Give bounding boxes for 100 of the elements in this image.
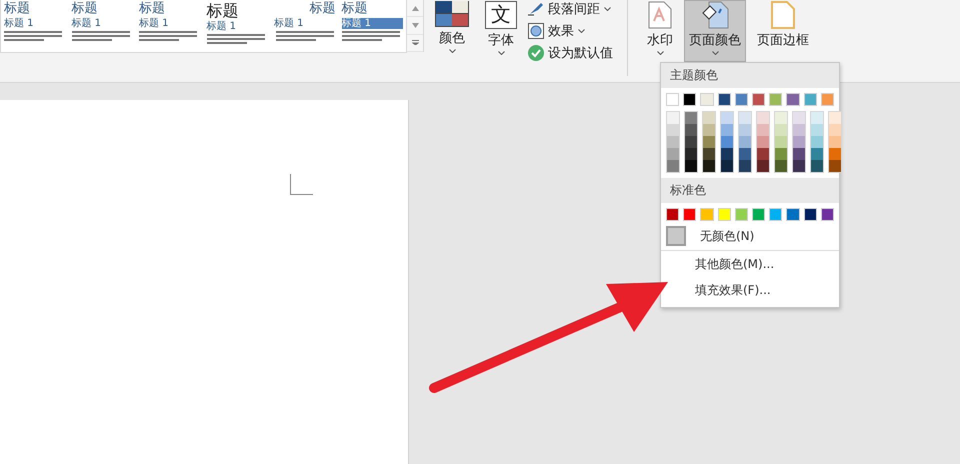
color-swatch[interactable]: [703, 112, 715, 124]
thumbnail-title: 标题: [4, 1, 30, 17]
color-swatch[interactable]: [811, 112, 823, 124]
color-swatch[interactable]: [752, 208, 766, 221]
color-swatch[interactable]: [700, 93, 714, 106]
thumbnail-title: 标题: [310, 1, 336, 17]
color-swatch[interactable]: [721, 160, 733, 172]
color-swatch[interactable]: [775, 148, 787, 160]
color-swatch[interactable]: [739, 148, 751, 160]
color-swatch[interactable]: [757, 136, 769, 148]
color-swatch[interactable]: [829, 124, 841, 136]
color-swatch[interactable]: [685, 112, 697, 124]
color-swatch[interactable]: [793, 112, 805, 124]
color-swatch[interactable]: [683, 93, 696, 106]
color-swatch[interactable]: [703, 124, 715, 136]
color-swatch[interactable]: [752, 93, 766, 106]
color-swatch[interactable]: [786, 93, 800, 106]
color-swatch[interactable]: [739, 112, 751, 124]
color-swatch[interactable]: [721, 112, 733, 124]
style-thumbnail[interactable]: 标题 标题 1: [204, 0, 271, 52]
color-swatch[interactable]: [829, 112, 841, 124]
menu-item[interactable]: 填充效果(F)...: [661, 277, 839, 303]
ribbon-small-button[interactable]: 设为默认值: [528, 44, 613, 62]
color-swatch[interactable]: [769, 93, 782, 106]
no-color-item[interactable]: 无颜色(N): [661, 226, 839, 251]
color-swatch[interactable]: [739, 160, 751, 172]
color-swatch[interactable]: [793, 136, 805, 148]
color-swatch[interactable]: [811, 160, 823, 172]
color-swatch[interactable]: [793, 160, 805, 172]
color-swatch[interactable]: [734, 208, 748, 221]
color-swatch[interactable]: [703, 160, 715, 172]
color-swatch[interactable]: [718, 208, 731, 221]
color-swatch[interactable]: [829, 136, 841, 148]
color-swatch[interactable]: [769, 208, 782, 221]
text-lines-drawing: [342, 30, 402, 44]
color-swatch[interactable]: [811, 124, 823, 136]
page-background-button[interactable]: 页面边框: [752, 0, 814, 62]
style-thumbnail[interactable]: 标题 标题 1: [136, 0, 204, 52]
color-swatch[interactable]: [757, 148, 769, 160]
color-swatch[interactable]: [775, 160, 787, 172]
color-swatch[interactable]: [793, 148, 805, 160]
color-swatch[interactable]: [721, 136, 733, 148]
caret-icon: [498, 51, 504, 55]
color-swatch[interactable]: [685, 136, 697, 148]
menu-section-header: 主题颜色: [661, 63, 839, 88]
color-swatch[interactable]: [811, 148, 823, 160]
color-swatch[interactable]: [667, 112, 679, 124]
thumbnail-title: 标题: [342, 1, 368, 17]
style-thumbnail[interactable]: 标题 标题 1: [68, 0, 136, 52]
color-swatch[interactable]: [685, 124, 697, 136]
color-swatch[interactable]: [667, 160, 679, 172]
scroll-up-button[interactable]: [407, 0, 423, 18]
color-swatch[interactable]: [683, 208, 696, 221]
ribbon-small-button[interactable]: 效果: [528, 22, 613, 40]
color-swatch[interactable]: [703, 136, 715, 148]
color-swatch[interactable]: [804, 93, 817, 106]
menu-item[interactable]: 其他颜色(M)...: [661, 251, 839, 277]
color-swatch[interactable]: [829, 148, 841, 160]
color-swatch[interactable]: [703, 148, 715, 160]
more-button[interactable]: [407, 34, 423, 52]
page-background-button[interactable]: 页面颜色: [684, 0, 746, 62]
color-swatch[interactable]: [734, 93, 748, 106]
style-thumbnail[interactable]: 标题 标题 1: [338, 0, 406, 52]
color-swatch[interactable]: [666, 208, 680, 221]
caret-icon: [656, 51, 664, 55]
thumbnail-title: 标题: [139, 1, 165, 17]
color-swatch[interactable]: [804, 208, 817, 221]
color-swatch[interactable]: [757, 160, 769, 172]
color-swatch[interactable]: [793, 124, 805, 136]
margin-corner-mark: [290, 174, 313, 195]
color-swatch[interactable]: [667, 136, 679, 148]
ribbon-small-button[interactable]: 段落间距: [528, 0, 613, 18]
color-swatch[interactable]: [811, 136, 823, 148]
color-swatch[interactable]: [820, 208, 834, 221]
color-swatch[interactable]: [667, 124, 679, 136]
fonts-button[interactable]: 文 字体: [480, 0, 522, 62]
color-swatch[interactable]: [700, 208, 714, 221]
color-swatch[interactable]: [757, 112, 769, 124]
colors-button[interactable]: 颜色: [430, 0, 474, 62]
color-swatch[interactable]: [820, 93, 834, 106]
color-swatch[interactable]: [739, 136, 751, 148]
page-background-button[interactable]: 水印: [642, 0, 678, 62]
color-swatch[interactable]: [685, 148, 697, 160]
color-swatch[interactable]: [757, 124, 769, 136]
color-swatch[interactable]: [721, 124, 733, 136]
color-swatch[interactable]: [685, 160, 697, 172]
color-swatch[interactable]: [829, 160, 841, 172]
down-triangle-icon: [412, 22, 418, 28]
style-thumbnail[interactable]: 标题 标题 1: [1, 0, 68, 52]
color-swatch[interactable]: [739, 124, 751, 136]
color-swatch[interactable]: [775, 136, 787, 148]
color-swatch[interactable]: [775, 112, 787, 124]
color-swatch[interactable]: [721, 148, 733, 160]
color-swatch[interactable]: [718, 93, 731, 106]
color-swatch[interactable]: [775, 124, 787, 136]
scroll-down-button[interactable]: [407, 17, 423, 35]
color-swatch[interactable]: [786, 208, 800, 221]
color-swatch[interactable]: [666, 93, 680, 106]
style-thumbnail[interactable]: 标题 标题 1: [271, 0, 338, 52]
color-swatch[interactable]: [667, 148, 679, 160]
